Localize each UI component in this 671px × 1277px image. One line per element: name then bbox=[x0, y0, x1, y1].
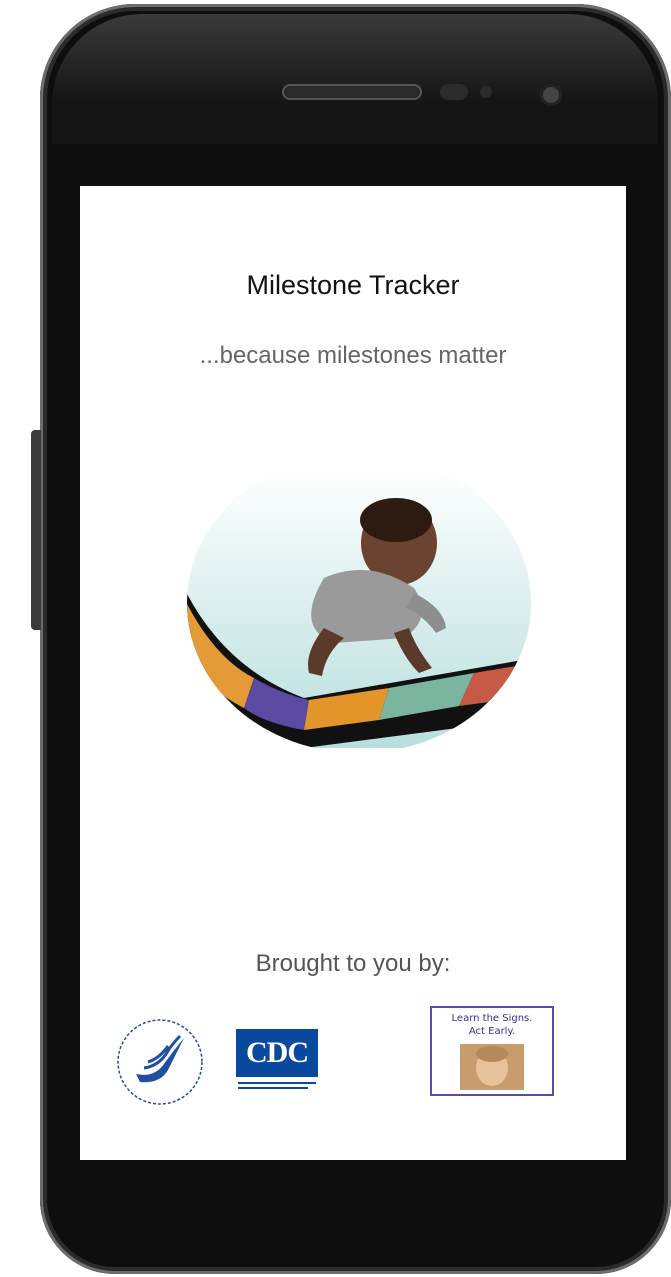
sponsor-heading: Brought to you by: bbox=[255, 950, 451, 977]
phone-side-button bbox=[31, 430, 41, 630]
proximity-sensor bbox=[440, 84, 468, 100]
learn-the-signs-logo: Learn the Signs. Act Early. bbox=[430, 1006, 554, 1096]
campaign-slogan-line1: Learn the Signs. bbox=[451, 1013, 533, 1024]
splash-screen: Milestone Tracker ...because milestones … bbox=[80, 186, 626, 1160]
campaign-slogan-line2: Act Early. bbox=[468, 1026, 516, 1037]
cdc-logo-caption bbox=[238, 1082, 316, 1089]
app-tagline: ...because milestones matter bbox=[199, 342, 507, 369]
light-sensor bbox=[480, 86, 492, 98]
phone-bezel-top bbox=[52, 14, 658, 144]
cdc-logo-mark: CDC bbox=[236, 1029, 318, 1077]
cdc-logo: CDC bbox=[236, 1029, 318, 1101]
hhs-seal-logo bbox=[117, 1019, 203, 1105]
campaign-slogan: Learn the Signs. Act Early. bbox=[432, 1012, 552, 1038]
hero-baby-illustration bbox=[187, 468, 531, 748]
app-title: Milestone Tracker bbox=[246, 270, 460, 300]
front-camera bbox=[540, 84, 562, 106]
earpiece-speaker bbox=[282, 84, 422, 100]
campaign-baby-photo bbox=[460, 1044, 524, 1090]
